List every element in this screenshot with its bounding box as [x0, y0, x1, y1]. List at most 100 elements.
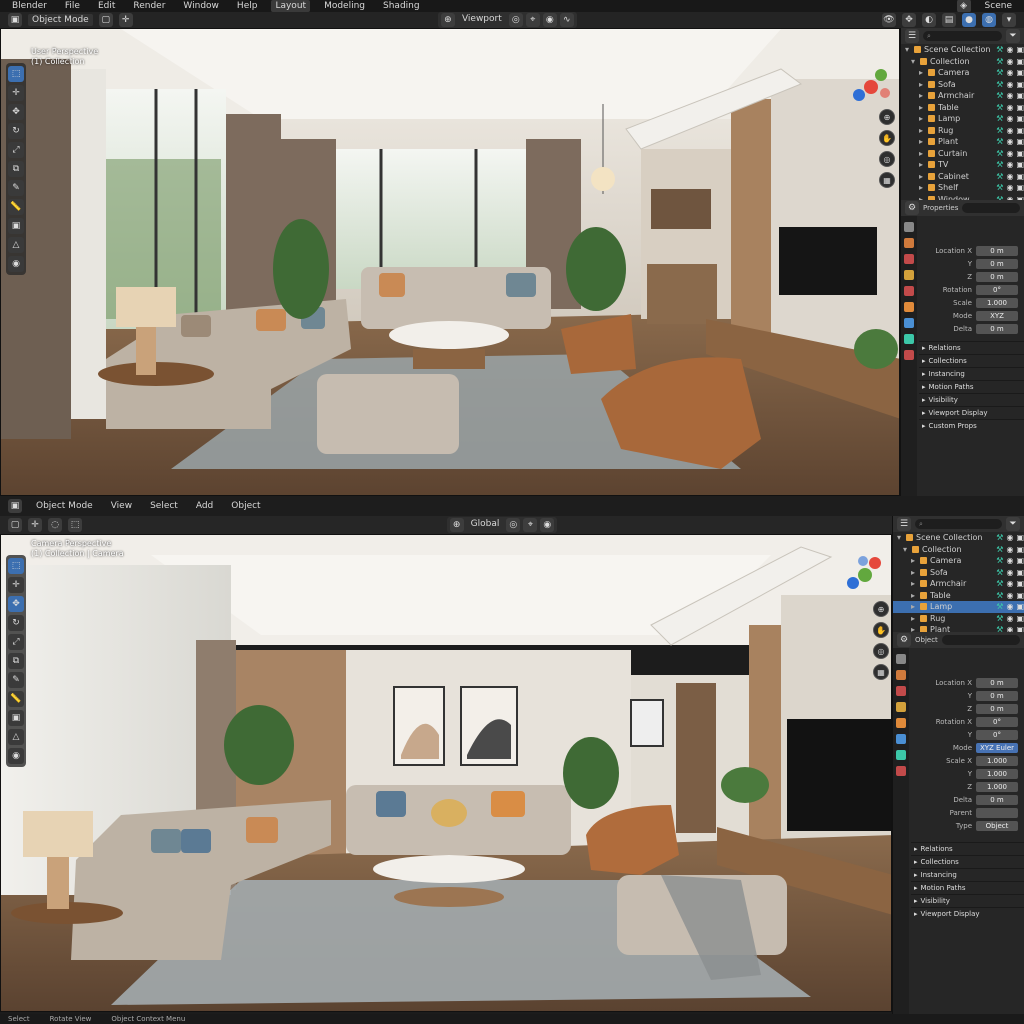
outliner-row[interactable]: ▸ Cabinet ⚒ ◉ ▣ — [901, 171, 1024, 183]
render-camera-icon[interactable]: ▣ — [1016, 91, 1024, 100]
select-box-icon[interactable]: ▢ — [98, 13, 113, 27]
annotate-tool-icon[interactable]: ✎ — [8, 180, 24, 196]
section-collapse-icon[interactable]: ▸ — [922, 344, 926, 352]
outliner-row[interactable]: ▾ Scene Collection ⚒ ◉ ▣ — [893, 532, 1024, 544]
property-field[interactable]: 0 m — [976, 271, 1018, 282]
shading-solid-icon[interactable]: ● — [962, 13, 977, 27]
outliner-row[interactable]: ▸ Armchair ⚒ ◉ ▣ — [901, 90, 1024, 102]
rotate-tool-icon-bottom[interactable]: ↻ — [8, 615, 24, 631]
navigation-gizmo-bottom[interactable] — [843, 553, 887, 597]
scene-tab-icon[interactable] — [904, 270, 914, 280]
expand-triangle-icon[interactable]: ▸ — [911, 602, 917, 611]
menu-item-edit[interactable]: Edit — [94, 0, 119, 12]
outliner-row[interactable]: ▸ Sofa ⚒ ◉ ▣ — [901, 79, 1024, 91]
shading-menu-icon[interactable]: ▾ — [1002, 13, 1017, 27]
scale-tool-icon[interactable]: ⤢ — [8, 142, 24, 158]
expand-triangle-icon[interactable]: ▸ — [919, 91, 925, 100]
annotate-tool-icon-bottom[interactable]: ✎ — [8, 672, 24, 688]
section-collapse-icon[interactable]: ▸ — [914, 845, 918, 853]
global-orientation-icon[interactable]: ⊕ — [440, 13, 455, 27]
visibility-icon[interactable]: 👁 — [882, 13, 897, 27]
section-collapse-icon[interactable]: ▸ — [922, 409, 926, 417]
render-camera-icon[interactable]: ▣ — [1016, 149, 1024, 158]
rotate-tool-icon[interactable]: ↻ — [8, 123, 24, 139]
property-field[interactable]: 0° — [976, 284, 1018, 295]
visibility-eye-icon[interactable]: ◉ — [1006, 114, 1013, 123]
property-field[interactable]: XYZ — [976, 310, 1018, 321]
outliner-search-input-bottom[interactable]: ⌕ — [915, 519, 1002, 529]
render-camera-icon[interactable]: ▣ — [1016, 80, 1024, 89]
pan-icon[interactable]: ✋ — [879, 130, 895, 146]
expand-triangle-icon[interactable]: ▸ — [911, 579, 917, 588]
filter-icon[interactable]: ⏷ — [1006, 29, 1020, 43]
expand-triangle-icon[interactable]: ▸ — [919, 149, 925, 158]
viewport-header-label[interactable]: Viewport — [458, 13, 506, 27]
menu-item-help[interactable]: Help — [233, 0, 262, 12]
outliner-row[interactable]: ▸ Lamp ⚒ ◉ ▣ — [901, 113, 1024, 125]
proportional-icon-bottom[interactable]: ◉ — [540, 518, 555, 532]
render-camera-icon[interactable]: ▣ — [1016, 57, 1024, 66]
menu-select[interactable]: Select — [146, 500, 182, 512]
visibility-eye-icon[interactable]: ◉ — [1006, 91, 1013, 100]
property-field[interactable]: 0 m — [976, 323, 1018, 334]
visibility-eye-icon[interactable]: ◉ — [1006, 625, 1013, 632]
visibility-eye-icon[interactable]: ◉ — [1006, 126, 1013, 135]
expand-triangle-icon[interactable]: ▾ — [897, 533, 903, 542]
visibility-eye-icon[interactable]: ◉ — [1006, 545, 1013, 554]
section-collapse-icon[interactable]: ▸ — [922, 370, 926, 378]
visibility-eye-icon[interactable]: ◉ — [1006, 160, 1013, 169]
viewport-top[interactable]: ⬚ ✛ ✥ ↻ ⤢ ⧉ ✎ 📏 ▣ △ ◉ User Perspective (… — [0, 28, 900, 496]
visibility-eye-icon[interactable]: ◉ — [1006, 533, 1013, 542]
outliner-row[interactable]: ▸ TV ⚒ ◉ ▣ — [901, 159, 1024, 171]
render-camera-icon[interactable]: ▣ — [1016, 545, 1024, 554]
ortho-toggle-icon[interactable]: ▦ — [879, 172, 895, 188]
select-tool-icon-bottom[interactable]: ⬚ — [8, 558, 24, 574]
properties-search-input-bottom[interactable] — [941, 635, 1020, 645]
editor-type-icon[interactable]: ▣ — [8, 13, 22, 27]
property-section-header[interactable]: ▸ Instancing — [919, 367, 1024, 380]
add-cube-tool-icon-bottom[interactable]: ▣ — [8, 710, 24, 726]
move-tool-icon-bottom[interactable]: ✥ — [8, 596, 24, 612]
property-section-header[interactable]: ▸ Custom Props — [919, 419, 1024, 432]
expand-triangle-icon[interactable]: ▸ — [919, 68, 925, 77]
world-tab-icon[interactable] — [904, 286, 914, 296]
warning-tool-icon[interactable]: △ — [8, 237, 24, 253]
property-section-header[interactable]: ▸ Collections — [911, 855, 1024, 868]
zoom-icon[interactable]: ⊕ — [879, 109, 895, 125]
outliner-row[interactable]: ▸ Table ⚒ ◉ ▣ — [901, 102, 1024, 114]
outliner-row[interactable]: ▸ Camera ⚒ ◉ ▣ — [901, 67, 1024, 79]
render-camera-icon[interactable]: ▣ — [1016, 614, 1024, 623]
workspace-tab-modeling[interactable]: Modeling — [320, 0, 369, 12]
output-tab-icon-bottom[interactable] — [896, 686, 906, 696]
property-field[interactable]: 0° — [976, 716, 1018, 727]
expand-triangle-icon[interactable]: ▸ — [919, 183, 925, 192]
material-tab-icon[interactable] — [904, 350, 914, 360]
property-field[interactable]: Object — [976, 820, 1018, 831]
modifier-tab-icon-bottom[interactable] — [896, 734, 906, 744]
shading-rendered-icon[interactable]: ◍ — [982, 13, 997, 27]
workspace-tab-shading[interactable]: Shading — [379, 0, 424, 12]
render-camera-icon[interactable]: ▣ — [1016, 137, 1024, 146]
render-camera-icon[interactable]: ▣ — [1016, 625, 1024, 632]
ortho-toggle-icon-bottom[interactable]: ▦ — [873, 664, 889, 680]
workspace-tab-layout[interactable]: Layout — [271, 0, 311, 12]
render-camera-icon[interactable]: ▣ — [1016, 114, 1024, 123]
property-section-header[interactable]: ▸ Motion Paths — [911, 881, 1024, 894]
property-section-header[interactable]: ▸ Relations — [919, 341, 1024, 354]
render-camera-icon[interactable]: ▣ — [1016, 591, 1024, 600]
outliner-row[interactable]: ▸ Rug ⚒ ◉ ▣ — [893, 613, 1024, 625]
proportional-edit-icon[interactable]: ◉ — [542, 13, 557, 27]
select-tool-icon[interactable]: ⬚ — [8, 66, 24, 82]
add-cube-tool-icon[interactable]: ▣ — [8, 218, 24, 234]
object-tab-icon-bottom[interactable] — [896, 718, 906, 728]
property-section-header[interactable]: ▸ Relations — [911, 842, 1024, 855]
menu-item-file[interactable]: File — [61, 0, 84, 12]
pivot-icon[interactable]: ◎ — [508, 13, 523, 27]
menu-view[interactable]: View — [107, 500, 136, 512]
outliner-row[interactable]: ▸ Rug ⚒ ◉ ▣ — [901, 125, 1024, 137]
section-collapse-icon[interactable]: ▸ — [922, 422, 926, 430]
property-field[interactable]: 1.000 — [976, 768, 1018, 779]
tool-tab-icon[interactable] — [904, 222, 914, 232]
expand-triangle-icon[interactable]: ▸ — [919, 80, 925, 89]
measure-tool-icon-bottom[interactable]: 📏 — [8, 691, 24, 707]
